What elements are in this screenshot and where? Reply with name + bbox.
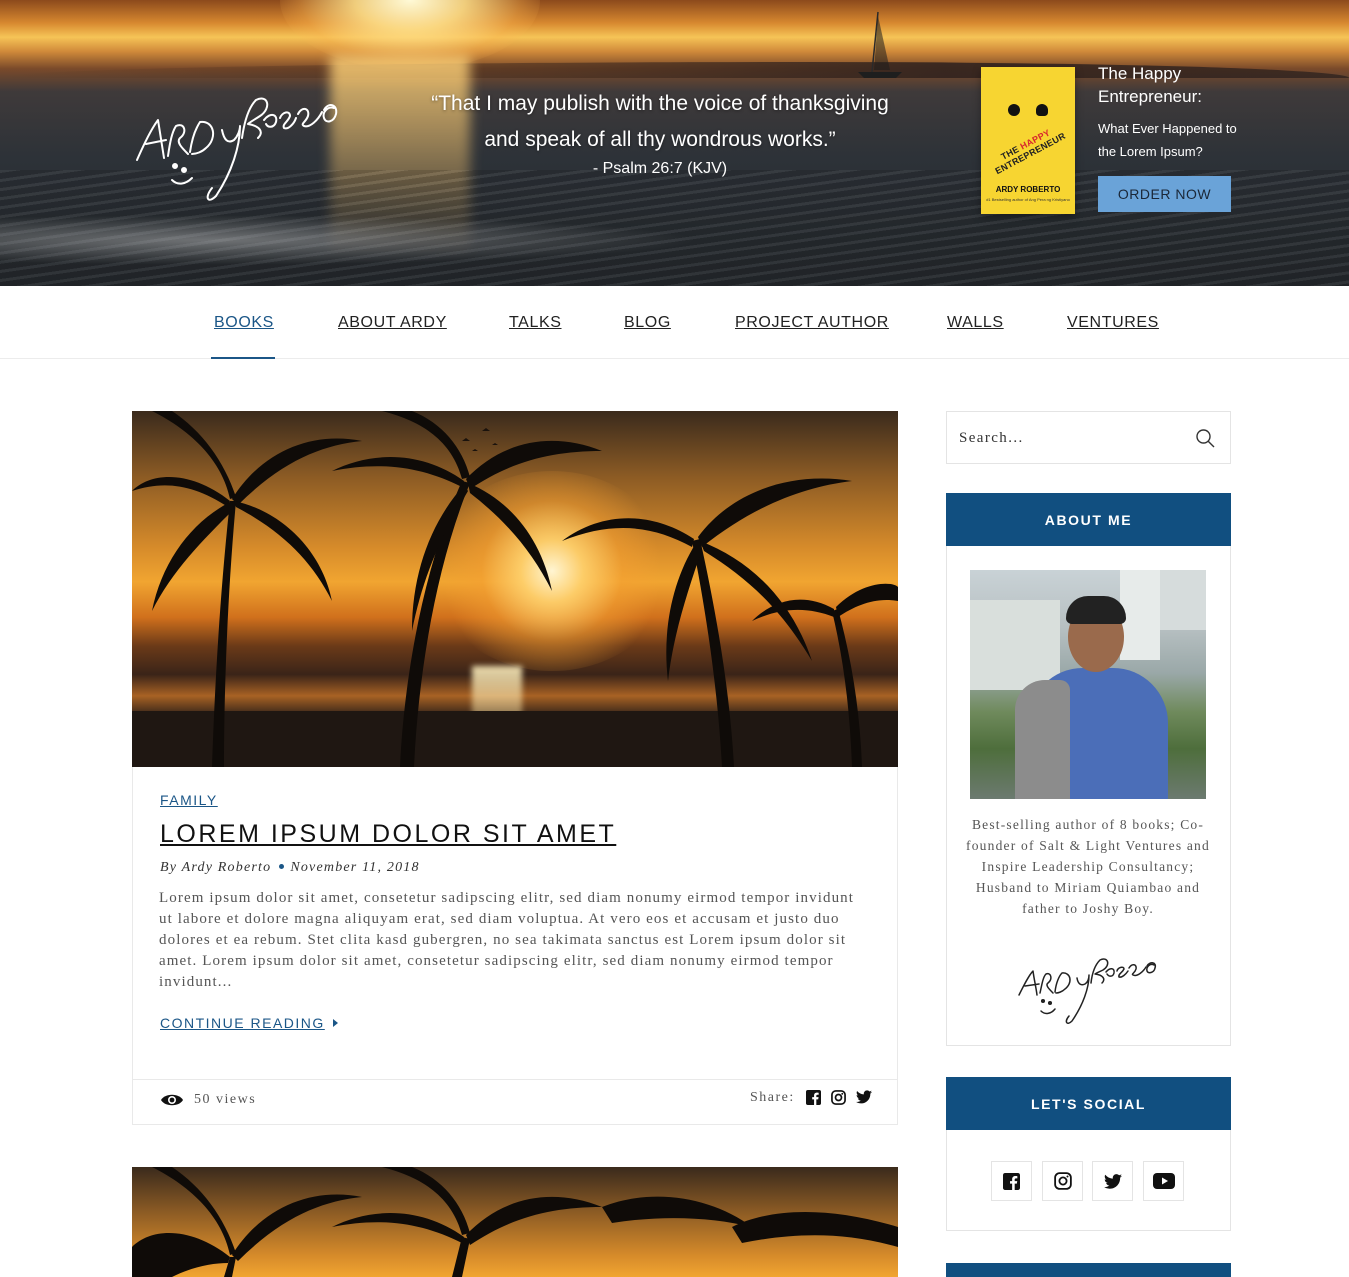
post-share: Share: <box>750 1090 872 1106</box>
photo-building <box>1120 570 1160 660</box>
post-meta: By Ardy Roberto November 11, 2018 <box>160 860 420 876</box>
nav-item-about-ardy[interactable]: ABOUT ARDY <box>338 286 447 359</box>
book-cover-tagline: #1 Bestselling author of Ang Pera ng Kri… <box>986 197 1070 202</box>
lets-social-heading: LET'S SOCIAL <box>946 1077 1231 1130</box>
social-twitter-button[interactable] <box>1092 1161 1133 1201</box>
book-cover-right-eye <box>1036 104 1048 116</box>
social-youtube-button[interactable] <box>1143 1161 1184 1201</box>
book-subtitle: What Ever Happened to the Lorem Ipsum? <box>1098 121 1237 159</box>
nav-item-ventures[interactable]: VENTURES <box>1067 286 1159 359</box>
views-count: 50 views <box>194 1092 257 1107</box>
search-box <box>946 411 1231 464</box>
nav-item-books[interactable]: BOOKS <box>214 286 274 359</box>
hero-citation: - Psalm 26:7 (KJV) <box>592 160 728 177</box>
continue-reading-link[interactable]: CONTINUE READING <box>160 1015 338 1031</box>
search-input[interactable] <box>959 426 1179 450</box>
post-footer-divider <box>133 1079 897 1080</box>
continue-reading-label: CONTINUE READING <box>160 1015 325 1031</box>
eye-icon <box>161 1094 183 1106</box>
nav-item-blog[interactable]: BLOG <box>624 286 671 359</box>
book-title: The Happy Entrepreneur: <box>1098 64 1202 106</box>
share-label: Share: <box>750 1090 795 1105</box>
about-bio: Best-selling author of 8 books; Co-found… <box>966 817 1210 916</box>
nav-active-indicator <box>211 357 275 359</box>
photo-hair <box>1066 596 1126 624</box>
photo-building-2 <box>1160 570 1206 630</box>
hero-foam <box>0 215 700 265</box>
palm-trees-silhouette <box>132 411 898 767</box>
post-title[interactable]: LOREM IPSUM DOLOR SIT AMET <box>160 820 616 849</box>
nav-item-project-author[interactable]: PROJECT AUTHOR <box>735 286 889 359</box>
search-icon[interactable] <box>1195 428 1215 448</box>
instagram-icon[interactable] <box>830 1090 847 1106</box>
post-date: November 11, 2018 <box>290 860 420 875</box>
about-me-heading: ABOUT ME <box>946 493 1231 546</box>
twitter-icon <box>1103 1173 1122 1189</box>
photo-wall <box>970 600 1060 690</box>
next-widget-heading <box>946 1263 1231 1277</box>
book-cover-title: THE HAPPY ENTREPRENEUR <box>993 127 1068 177</box>
facebook-icon <box>1003 1172 1020 1190</box>
author-signature <box>1018 958 1157 1024</box>
post-category[interactable]: FAMILY <box>160 792 218 808</box>
nav-item-walls[interactable]: WALLS <box>947 286 1004 359</box>
nav-item-talks[interactable]: TALKS <box>509 286 562 359</box>
hero-quote-line2: and speak of all thy wondrous works.” <box>484 128 836 151</box>
photo-jacket <box>1015 680 1070 799</box>
author-photo <box>970 570 1206 799</box>
post-author: By Ardy Roberto <box>160 860 272 875</box>
meta-separator-dot <box>279 863 285 869</box>
instagram-icon <box>1053 1172 1072 1190</box>
hero-quote-line1: “That I may publish with the voice of th… <box>431 92 889 115</box>
book-cover-author: ARDY ROBERTO <box>995 185 1061 194</box>
hero-quote: “That I may publish with the voice of th… <box>400 86 920 158</box>
post-featured-image-2[interactable] <box>132 1167 898 1277</box>
palm-trees-silhouette-2 <box>132 1167 898 1277</box>
facebook-icon[interactable] <box>805 1090 822 1106</box>
book-cover[interactable]: THE HAPPY ENTREPRENEUR ARDY ROBERTO #1 B… <box>981 67 1075 214</box>
social-instagram-button[interactable] <box>1042 1161 1083 1201</box>
post-featured-image[interactable] <box>132 411 898 767</box>
triangle-right-icon <box>332 1019 338 1027</box>
social-facebook-button[interactable] <box>991 1161 1032 1201</box>
sailboat-icon <box>858 11 902 78</box>
book-cover-left-eye <box>1008 104 1020 116</box>
youtube-icon <box>1152 1173 1175 1189</box>
social-widget <box>946 1130 1231 1231</box>
post-excerpt: Lorem ipsum dolor sit amet, consetetur s… <box>159 890 855 990</box>
twitter-icon[interactable] <box>855 1090 872 1106</box>
order-now-button[interactable]: ORDER NOW <box>1098 176 1231 212</box>
post-views: 50 views <box>160 1092 256 1108</box>
main-nav: BOOKS ABOUT ARDY TALKS BLOG PROJECT AUTH… <box>0 286 1349 359</box>
